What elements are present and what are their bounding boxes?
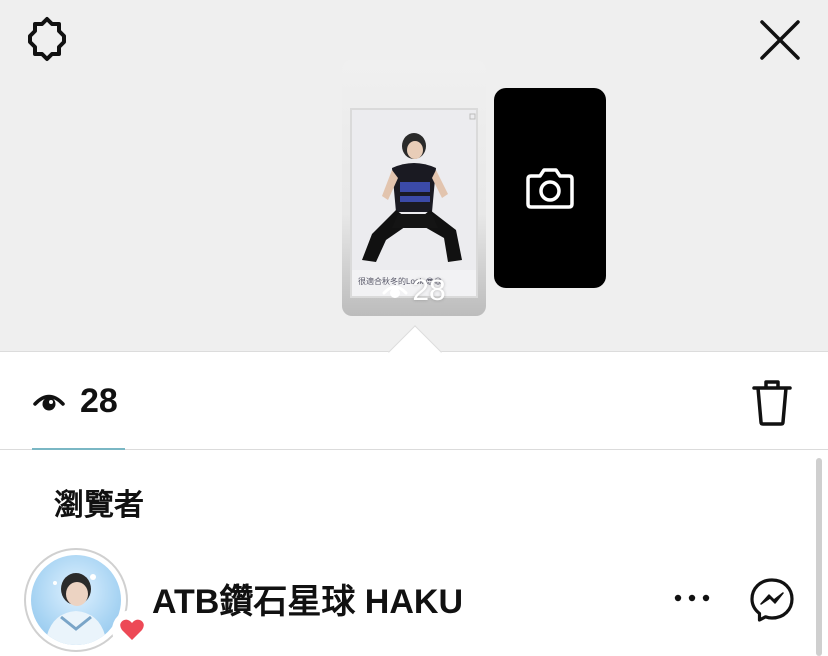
liked-badge [112, 610, 152, 650]
messenger-icon [750, 578, 794, 622]
views-count: 28 [80, 382, 118, 420]
viewer-list-item[interactable]: ATB鑽石星球 HAKU [0, 544, 828, 656]
eye-icon [33, 394, 65, 410]
more-icon [674, 594, 710, 602]
story-strip: 很適合秋冬的Look 😎😎 28 [0, 0, 828, 352]
views-tab[interactable]: 28 [32, 382, 118, 421]
story-photo [352, 110, 476, 270]
story-thumbnail[interactable]: 很適合秋冬的Look 😎😎 28 [342, 60, 486, 316]
viewer-username[interactable]: ATB鑽石星球 HAKU [152, 574, 463, 623]
story-stats-bar: 28 [0, 352, 828, 450]
active-tab-indicator [32, 448, 125, 450]
avatar-image [45, 573, 107, 645]
close-icon [760, 20, 800, 60]
viewers-heading: 瀏覽者 [54, 489, 144, 522]
heart-icon [120, 619, 144, 640]
viewer-avatar-button[interactable] [24, 548, 152, 652]
gear-icon [28, 17, 66, 61]
viewer-more-button[interactable] [672, 580, 712, 616]
eye-icon [382, 285, 408, 298]
send-message-button[interactable] [748, 576, 796, 624]
avatar [31, 555, 121, 645]
settings-button[interactable] [24, 16, 70, 62]
story-view-count: 28 [342, 274, 486, 308]
delete-story-button[interactable] [748, 378, 796, 428]
add-story-camera-button[interactable] [494, 88, 606, 288]
story-view-number: 28 [412, 274, 446, 307]
story-image: 很適合秋冬的Look 😎😎 [350, 108, 478, 298]
trash-icon [752, 380, 792, 426]
close-button[interactable] [756, 16, 804, 64]
camera-icon [526, 168, 574, 209]
scrollbar[interactable] [816, 458, 822, 656]
